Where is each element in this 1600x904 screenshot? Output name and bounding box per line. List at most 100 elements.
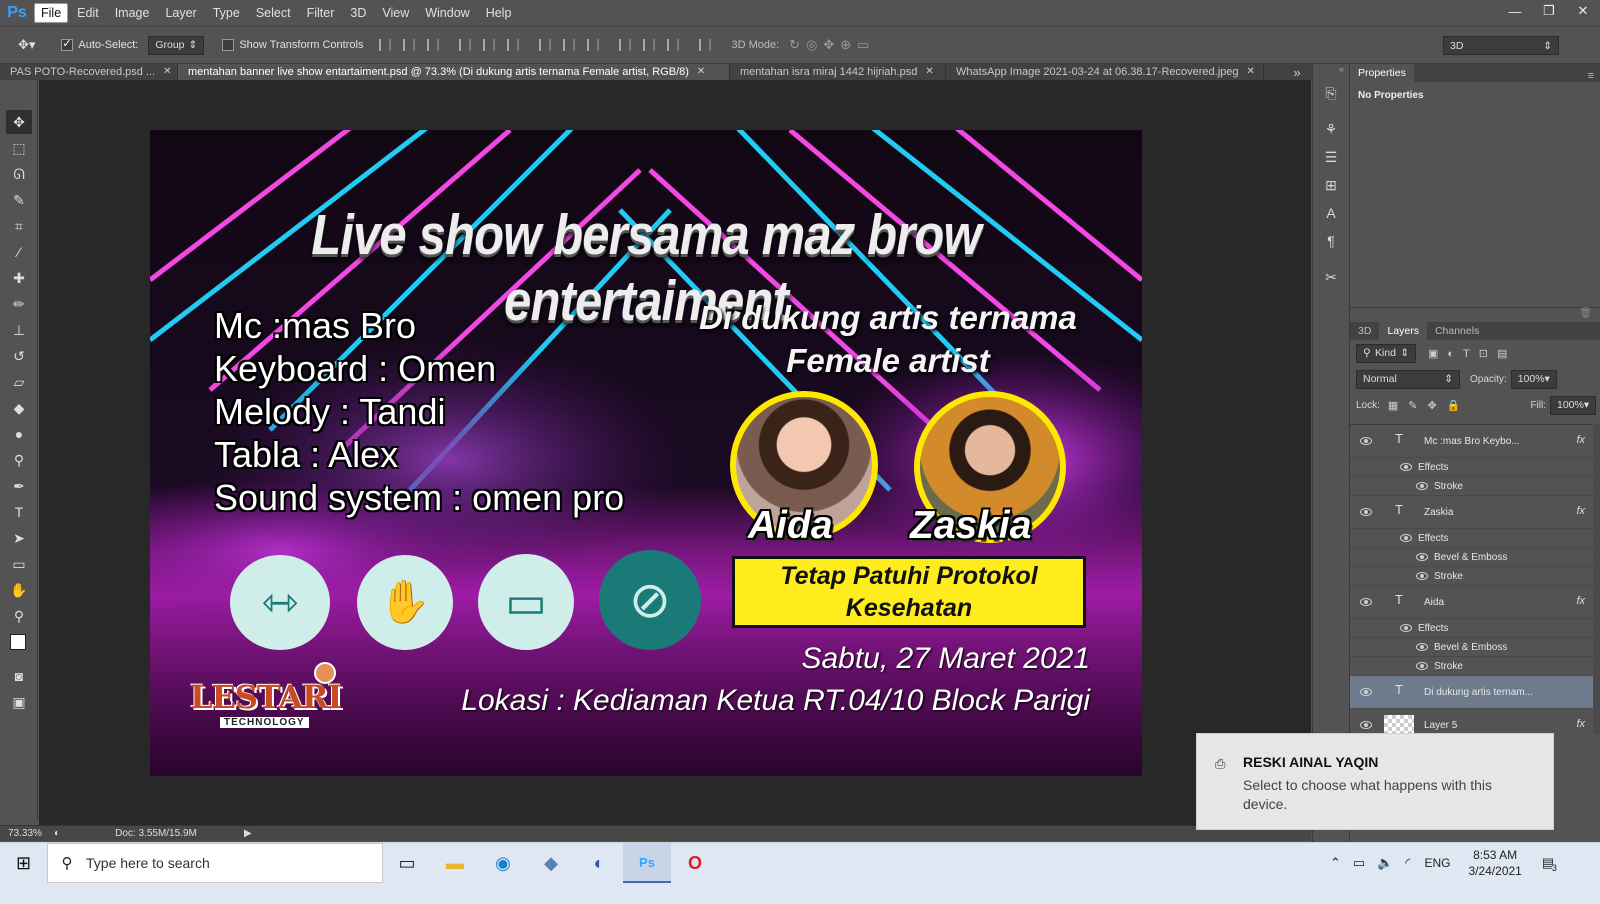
opera-icon[interactable]: O: [671, 843, 719, 883]
menu-select[interactable]: Select: [249, 3, 298, 23]
healing-brush-icon[interactable]: ✚: [6, 266, 32, 290]
tab-3d[interactable]: 3D: [1350, 322, 1379, 340]
history-icon[interactable]: ⎘: [1319, 82, 1343, 104]
crop-tool-icon[interactable]: ⌗: [6, 214, 32, 238]
tab-pas-poto[interactable]: PAS POTO-Recovered.psd ... ✕: [0, 64, 178, 80]
path-select-icon[interactable]: ➤: [6, 526, 32, 550]
brushes-icon[interactable]: ⚘: [1319, 118, 1343, 140]
start-button[interactable]: ⊞: [0, 843, 47, 883]
app-cube-icon[interactable]: ◆: [527, 843, 575, 883]
minimize-button[interactable]: —: [1498, 0, 1532, 22]
visibility-eye-icon[interactable]: [1360, 508, 1372, 516]
volume-icon[interactable]: 🔈: [1377, 855, 1393, 871]
effect-row[interactable]: Stroke: [1350, 657, 1593, 676]
tab-overflow-button[interactable]: »: [1282, 65, 1312, 80]
visibility-eye-icon[interactable]: [1360, 437, 1372, 445]
visibility-eye-icon[interactable]: [1360, 598, 1372, 606]
menu-filter[interactable]: Filter: [300, 3, 342, 23]
clock[interactable]: 8:53 AM 3/24/2021: [1468, 847, 1521, 879]
effects-eye-icon[interactable]: [1400, 624, 1412, 632]
eraser-tool-icon[interactable]: ▱: [6, 370, 32, 394]
marquee-tool-icon[interactable]: ⬚: [6, 136, 32, 160]
banner-artwork[interactable]: Live show bersama maz brow entertaiment …: [150, 130, 1142, 776]
panel-menu-icon[interactable]: ≡: [1588, 70, 1600, 82]
adjustments-icon[interactable]: ☰: [1319, 146, 1343, 168]
wifi-icon[interactable]: ◜: [1405, 855, 1410, 871]
workspace-dropdown[interactable]: 3D ⇕: [1443, 36, 1559, 55]
opacity-input[interactable]: 100% ▾: [1510, 369, 1557, 389]
effect-eye-icon[interactable]: [1416, 553, 1428, 561]
tab-banner-live-show[interactable]: mentahan banner live show entartaiment.p…: [178, 64, 730, 80]
transform-controls-checkbox[interactable]: [222, 39, 235, 51]
dodge-tool-icon[interactable]: ⚲: [6, 448, 32, 472]
effects-eye-icon[interactable]: [1400, 463, 1412, 471]
color-swatch-icon[interactable]: [6, 630, 32, 662]
menu-3d[interactable]: 3D: [343, 3, 373, 23]
blur-tool-icon[interactable]: ●: [6, 422, 32, 446]
align-top-icon[interactable]: [379, 39, 392, 51]
effect-eye-icon[interactable]: [1416, 662, 1428, 670]
menu-file[interactable]: File: [34, 3, 69, 23]
tab-layers[interactable]: Layers: [1379, 322, 1427, 340]
menu-edit[interactable]: Edit: [70, 3, 106, 23]
close-icon[interactable]: ✕: [1247, 64, 1255, 80]
collapse-icon[interactable]: «: [1313, 64, 1348, 76]
brush-tool-icon[interactable]: ✏: [6, 292, 32, 316]
hand-tool-icon[interactable]: ✋: [6, 578, 32, 602]
photoshop-taskbar-icon[interactable]: Ps: [623, 843, 671, 883]
clone-stamp-icon[interactable]: ⊥: [6, 318, 32, 342]
tab-channels[interactable]: Channels: [1427, 322, 1487, 340]
blend-mode-dropdown[interactable]: Normal ⇕: [1356, 369, 1460, 389]
close-icon[interactable]: ✕: [163, 64, 171, 80]
screen-mode-icon[interactable]: ▣: [6, 690, 32, 714]
align-vcenter-icon[interactable]: [403, 39, 416, 51]
menu-image[interactable]: Image: [108, 3, 157, 23]
visibility-eye-icon[interactable]: [1360, 688, 1372, 696]
paragraph-icon[interactable]: ¶: [1319, 230, 1343, 252]
tab-isra-miraj[interactable]: mentahan isra miraj 1442 hijriah.psd ✕: [730, 64, 946, 80]
kind-filter-dropdown[interactable]: ⚲ Kind ⇕: [1356, 343, 1416, 363]
lasso-tool-icon[interactable]: ᘏ: [6, 162, 32, 186]
filter-type-icons[interactable]: ▣◐T⊡▤: [1428, 347, 1516, 360]
tools-preset-icon[interactable]: ✂: [1319, 266, 1343, 288]
character-icon[interactable]: A: [1319, 202, 1343, 224]
effects-row[interactable]: Effects: [1350, 619, 1593, 638]
layer-row[interactable]: T Di dukung artis ternam...: [1350, 676, 1593, 709]
paint-bucket-icon[interactable]: ◆: [6, 396, 32, 420]
app-circle-icon[interactable]: ◐: [575, 843, 623, 883]
tray-overflow-icon[interactable]: ⌃: [1330, 855, 1341, 871]
zoom-level[interactable]: 73.33%: [0, 828, 46, 839]
quick-select-tool-icon[interactable]: ✎: [6, 188, 32, 212]
language-indicator[interactable]: ENG: [1424, 856, 1450, 870]
tab-properties[interactable]: Properties: [1350, 64, 1414, 82]
status-arrow-icon[interactable]: ▶: [244, 828, 252, 839]
distribute-vcenter-icon[interactable]: [563, 39, 576, 51]
layers-scrollbar[interactable]: [1593, 424, 1600, 734]
close-icon[interactable]: ✕: [697, 64, 705, 80]
effects-row[interactable]: Effects: [1350, 458, 1593, 477]
rectangle-tool-icon[interactable]: ▭: [6, 552, 32, 576]
fx-icon[interactable]: fx: [1576, 718, 1585, 730]
distribute-right-icon[interactable]: [667, 39, 680, 51]
visibility-eye-icon[interactable]: [1360, 721, 1372, 729]
effect-eye-icon[interactable]: [1416, 643, 1428, 651]
distribute-top-icon[interactable]: [539, 39, 552, 51]
pen-tool-icon[interactable]: ✒: [6, 474, 32, 498]
close-button[interactable]: ✕: [1566, 0, 1600, 22]
trash-icon[interactable]: 🗑: [1350, 308, 1600, 320]
distribute-left-icon[interactable]: [619, 39, 632, 51]
styles-icon[interactable]: ⊞: [1319, 174, 1343, 196]
action-center-icon[interactable]: ▤ 3: [1542, 855, 1557, 873]
layer-row[interactable]: T Zaskia fx: [1350, 496, 1593, 529]
align-left-icon[interactable]: [459, 39, 472, 51]
align-bottom-icon[interactable]: [427, 39, 440, 51]
move-tool-icon[interactable]: ✥▾: [18, 37, 35, 53]
restore-button[interactable]: ❐: [1532, 0, 1566, 22]
layer-row[interactable]: Layer 5 fx: [1350, 709, 1593, 734]
quick-mask-icon[interactable]: ◙: [6, 664, 32, 688]
close-icon[interactable]: ✕: [925, 64, 933, 80]
fx-icon[interactable]: fx: [1576, 595, 1585, 607]
type-tool-icon[interactable]: T: [6, 500, 32, 524]
menu-view[interactable]: View: [375, 3, 416, 23]
lock-icons[interactable]: ▦✎✥🔒: [1388, 399, 1471, 412]
